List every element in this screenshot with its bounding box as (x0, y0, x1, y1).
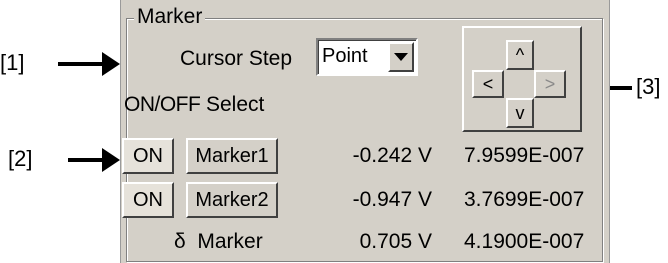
delta-time: 4.1900E-007 (464, 230, 585, 253)
marker-group-title: Marker (134, 4, 206, 30)
marker1-time: 7.9599E-007 (464, 144, 585, 167)
callout-1-label: [1] (0, 50, 25, 75)
cursor-left-button[interactable]: < (472, 70, 504, 98)
marker2-select-button[interactable]: Marker2 (186, 182, 278, 218)
cursor-down-button[interactable]: v (506, 98, 534, 128)
chevron-down-icon[interactable] (388, 42, 414, 72)
marker2-on-button[interactable]: ON (122, 182, 174, 218)
select-column-label: Select (206, 93, 265, 116)
marker1-select-button[interactable]: Marker1 (186, 138, 278, 174)
marker1-on-button[interactable]: ON (122, 138, 174, 174)
cursor-step-value: Point (322, 45, 368, 67)
delta-voltage: 0.705 V (359, 230, 432, 253)
marker2-time: 3.7699E-007 (464, 188, 585, 211)
marker2-voltage: -0.947 V (352, 188, 432, 211)
cursor-step-label: Cursor Step (180, 47, 293, 70)
marker1-voltage: -0.242 V (352, 144, 432, 167)
callout-2-label: [2] (8, 146, 33, 171)
callout-3-label: [3] (636, 74, 661, 99)
delta-marker-label: δ Marker (174, 230, 263, 253)
callout-1-arrow (58, 52, 120, 76)
cursor-up-button[interactable]: ^ (506, 40, 534, 70)
cursor-step-select[interactable]: Point (316, 38, 418, 76)
onoff-column-label: ON/OFF (124, 93, 201, 116)
callout-2-arrow (68, 148, 120, 172)
cursor-right-button[interactable]: > (534, 70, 566, 98)
